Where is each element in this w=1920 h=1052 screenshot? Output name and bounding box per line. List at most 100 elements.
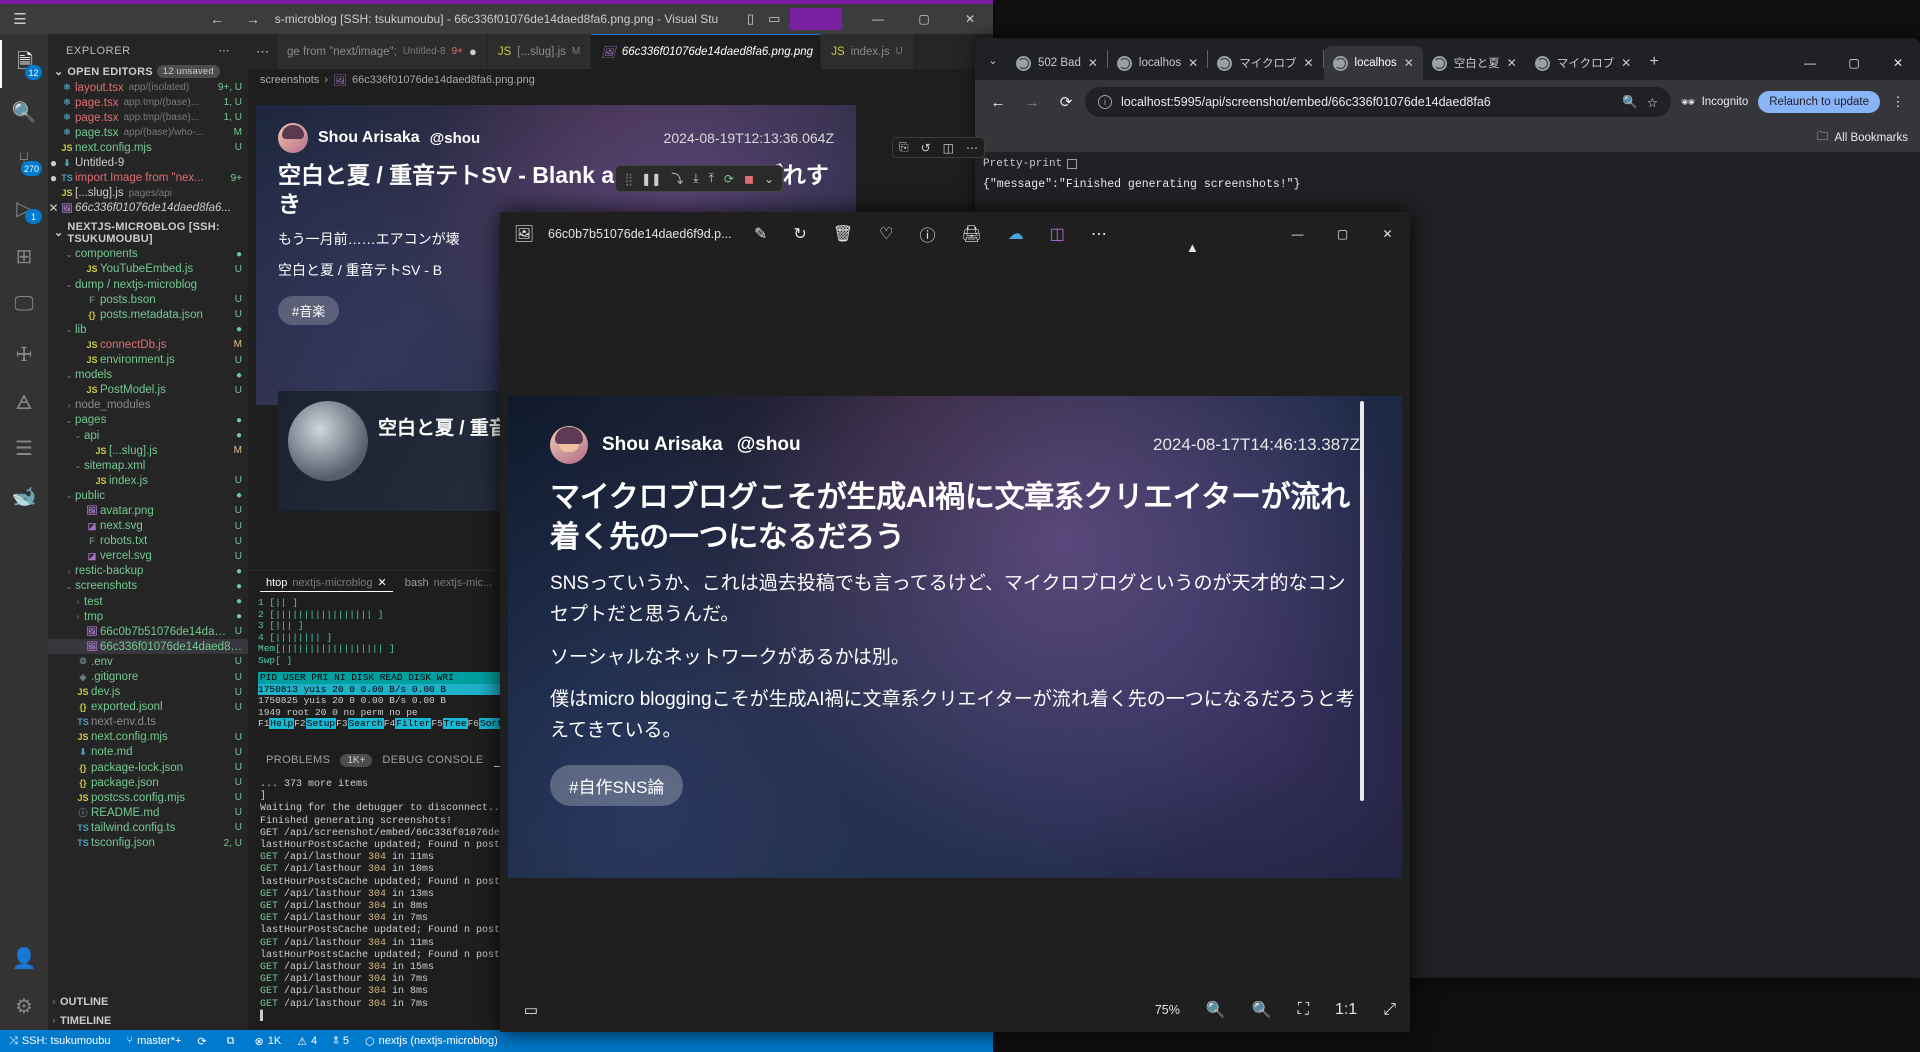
tree-file-item[interactable]: Frobots.txt U	[48, 534, 248, 549]
tab-close-icon[interactable]: ✕	[1404, 56, 1414, 70]
vscode-close-button[interactable]: ✕	[947, 4, 993, 34]
htop-fkey-action[interactable]: Search	[347, 718, 384, 729]
open-editor-item[interactable]: ● ⬇ Untitled-9	[48, 155, 248, 170]
tab-close-icon[interactable]: ✕	[1621, 56, 1631, 70]
split-layout-icon[interactable]: ◫	[943, 141, 954, 155]
photos-minimize-button[interactable]: —	[1275, 212, 1320, 256]
browser-tab[interactable]: localhos ✕	[1323, 46, 1423, 80]
debug-step-out-icon[interactable]: ⤒	[709, 171, 714, 186]
htop-fkey-action[interactable]: Help	[269, 718, 295, 729]
editor-more-icon[interactable]: ⋯	[966, 141, 978, 155]
layout-panel-icon[interactable]: ▯	[747, 11, 754, 27]
open-editor-item[interactable]: ✕ 🖼 66c336f01076de14daed8fa6...	[48, 201, 248, 216]
tree-file-item[interactable]: JS [...slug].js M	[48, 443, 248, 458]
open-editor-item[interactable]: ⚛ layout.tsx app/(isolated) 9+, U	[48, 80, 248, 95]
open-editor-item[interactable]: ● TS import Image from "nex... 9+	[48, 171, 248, 186]
vscode-menu-icon[interactable]: ☰	[0, 10, 40, 28]
tree-folder-item[interactable]: › restic-backup ●	[48, 564, 248, 579]
omnibox-search-icon[interactable]: 🔍	[1622, 95, 1638, 110]
tree-file-item[interactable]: JS dev.js U	[48, 685, 248, 700]
workspace-header[interactable]: ⌄ NEXTJS-MICROBLOG [SSH: TSUKUMOUBU]	[48, 219, 248, 247]
tabs-overflow-icon[interactable]: ⋯	[248, 34, 277, 69]
debug-pause-icon[interactable]: ❚❚	[641, 172, 661, 186]
tree-folder-item[interactable]: › node_modules	[48, 398, 248, 413]
layout-sidebar-icon[interactable]: ▭	[768, 11, 780, 27]
split-editor-icon[interactable]: ⎘	[899, 140, 909, 155]
filmstrip-toggle-icon[interactable]: ▭	[514, 1001, 548, 1019]
tab-search-icon[interactable]: ⌄	[979, 43, 1007, 77]
activity-bar-run-and-debug[interactable]: ▷ 1	[0, 184, 48, 232]
open-editor-item[interactable]: ⚛ page.tsx app.tmp/(base)... 1, U	[48, 95, 248, 110]
browser-tab[interactable]: localhos ✕	[1108, 46, 1207, 80]
vscode-back-icon[interactable]: ←	[210, 11, 224, 27]
actual-size-icon[interactable]: 1:1	[1335, 1001, 1357, 1019]
designer-icon[interactable]: ◫	[1050, 224, 1065, 244]
tree-folder-item[interactable]: ⌄ dump / nextjs-microblog	[48, 277, 248, 292]
tree-folder-item[interactable]: › test ●	[48, 594, 248, 609]
tree-file-item[interactable]: {} package-lock.json U	[48, 760, 248, 775]
tree-file-item[interactable]: JS PostModel.js U	[48, 383, 248, 398]
statusbar-item[interactable]: ⧉	[220, 1030, 246, 1052]
tree-file-item[interactable]: JS YouTubeEmbed.js U	[48, 262, 248, 277]
activity-bar-outline-view[interactable]: ☰	[0, 424, 48, 472]
terminal-tab[interactable]: bash nextjs-mic...	[399, 575, 499, 591]
open-editor-item[interactable]: ⚛ page.tsx app.tmp/(base)... 1, U	[48, 110, 248, 125]
print-icon[interactable]: 🖨	[961, 224, 981, 244]
open-editor-item[interactable]: JS [...slug].js pages/api	[48, 186, 248, 201]
tab-dirty-dot[interactable]: ●	[469, 44, 477, 59]
tree-file-item[interactable]: Fposts.bson U	[48, 292, 248, 307]
statusbar-item[interactable]: ⤨ SSH: tsukumoubu	[2, 1030, 117, 1052]
vscode-minimize-button[interactable]: —	[855, 4, 901, 34]
htop-fkey-action[interactable]: Tree	[442, 718, 468, 729]
onedrive-offline-icon[interactable]: ☁	[1008, 224, 1024, 244]
tree-folder-item[interactable]: ⌄ lib ●	[48, 322, 248, 337]
photos-maximize-button[interactable]: ▢	[1320, 212, 1365, 256]
tree-file-item[interactable]: {} posts.metadata.json U	[48, 307, 248, 322]
debug-restart-icon[interactable]: ⟳	[724, 172, 734, 186]
bookmark-star-icon[interactable]: ☆	[1647, 95, 1658, 110]
tree-file-item[interactable]: 🖼 avatar.png U	[48, 503, 248, 518]
tree-file-item[interactable]: ⬇ note.md U	[48, 745, 248, 760]
debug-step-over-icon[interactable]: ⤵	[671, 170, 683, 187]
tree-file-item[interactable]: JS environment.js U	[48, 353, 248, 368]
browser-tab[interactable]: マイクロブ ✕	[1526, 46, 1640, 80]
statusbar-item[interactable]: ⬡ nextjs (nextjs-microblog)	[358, 1030, 505, 1052]
activity-bar-settings[interactable]: ⚙	[0, 982, 48, 1030]
tree-file-item[interactable]: TS tsconfig.json 2, U	[48, 836, 248, 851]
tree-file-item[interactable]: ◈ .gitignore U	[48, 669, 248, 684]
tree-folder-item[interactable]: ⌄ components ●	[48, 247, 248, 262]
tree-file-item[interactable]: JS index.js U	[48, 473, 248, 488]
tree-folder-item[interactable]: ⌄ pages ●	[48, 413, 248, 428]
vscode-forward-icon[interactable]: →	[246, 11, 260, 27]
statusbar-item[interactable]: ⑂ master*+	[119, 1030, 188, 1052]
address-bar[interactable]: i localhost:5995/api/screenshot/embed/66…	[1085, 87, 1671, 117]
statusbar-item[interactable]: ⟳	[190, 1030, 217, 1052]
tree-file-item[interactable]: JS postcss.config.mjs U	[48, 790, 248, 805]
history-icon[interactable]: ↺	[921, 141, 931, 155]
browser-tab[interactable]: 502 Bad ✕	[1007, 46, 1107, 80]
debug-drag-handle[interactable]: ⣿	[624, 172, 633, 186]
tree-folder-item[interactable]: › tmp ●	[48, 609, 248, 624]
editor-tab[interactable]: 🖼66c336f01076de14daed8fa6.png.png✕	[591, 34, 833, 69]
chrome-menu-icon[interactable]: ⋮	[1884, 94, 1912, 110]
new-tab-button[interactable]: +	[1640, 48, 1668, 76]
browser-forward-icon[interactable]: →	[1017, 87, 1047, 117]
editor-tab[interactable]: JS index.js U	[821, 34, 914, 69]
terminal-tab[interactable]: htop nextjs-microblog ✕	[260, 574, 393, 592]
activity-bar-explorer[interactable]: 🗎 12	[0, 40, 48, 88]
chrome-close-button[interactable]: ✕	[1876, 46, 1920, 80]
breadcrumb-file[interactable]: 66c336f01076de14daed8fa6.png.png	[352, 74, 535, 86]
tree-file-item[interactable]: TS next-env.d.ts	[48, 715, 248, 730]
activity-bar-search[interactable]: 🔍	[0, 88, 48, 136]
activity-bar-accounts[interactable]: 👤	[0, 934, 48, 982]
tree-file-item[interactable]: 🖼66c336f01076de14daed8fa6.png....	[48, 639, 248, 655]
activity-bar-test-explorer[interactable]: 🜊	[0, 328, 48, 376]
more-options-icon[interactable]: ⋯	[1091, 224, 1107, 244]
tree-file-item[interactable]: ⚙ .env U	[48, 654, 248, 669]
tree-file-item[interactable]: ◪ next.svg U	[48, 519, 248, 534]
tree-folder-item[interactable]: ⌄ api ●	[48, 428, 248, 443]
tab-close-icon[interactable]: ✕	[1507, 56, 1517, 70]
incognito-indicator[interactable]: 🕶 Incognito	[1675, 95, 1754, 109]
tree-file-item[interactable]: TS tailwind.config.ts U	[48, 820, 248, 835]
statusbar-item[interactable]: 🕱 5	[326, 1030, 356, 1052]
